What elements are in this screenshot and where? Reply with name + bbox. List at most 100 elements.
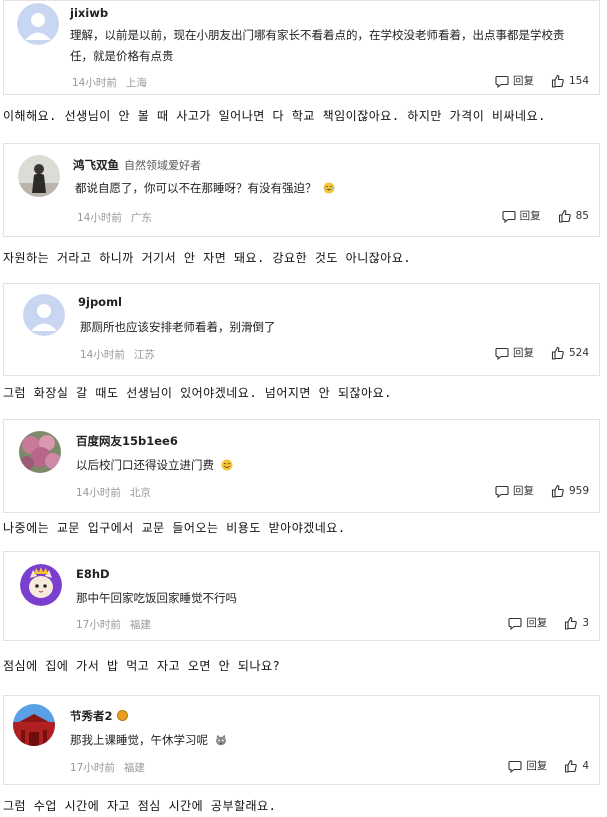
thumbs-up-icon xyxy=(565,616,578,630)
comment-card: 百度网友15b1ee6 以后校门口还得设立进门费 14小时前 北京 回复 959 xyxy=(3,419,600,513)
comment-bubble-icon xyxy=(495,485,509,498)
comment-time: 14小时前 xyxy=(72,77,117,89)
reply-label: 回复 xyxy=(519,210,541,222)
comment-username[interactable]: 9jpoml xyxy=(78,295,122,309)
reply-button[interactable]: 回复 xyxy=(495,483,534,498)
comment-bubble-icon xyxy=(502,210,516,223)
comment-text: 以后校门口还得设立进门费 xyxy=(76,455,586,476)
reply-button[interactable]: 回复 xyxy=(508,615,547,630)
user-tag: 自然领域爱好者 xyxy=(124,159,201,172)
comment-bubble-icon xyxy=(508,760,522,773)
like-button[interactable]: 85 xyxy=(558,209,589,223)
cat-face-emoji-icon xyxy=(215,734,226,746)
laughing-tears-emoji-icon xyxy=(323,182,335,194)
comment-actions: 回复 524 xyxy=(495,345,589,360)
like-count: 524 xyxy=(568,346,589,359)
like-button[interactable]: 524 xyxy=(551,346,589,360)
comment-time: 17小时前 xyxy=(76,619,121,631)
reply-label: 回复 xyxy=(526,617,548,629)
grinning-emoji-icon xyxy=(221,459,233,471)
comment-location: 江苏 xyxy=(133,349,155,361)
user-photo-icon xyxy=(13,704,55,746)
avatar[interactable] xyxy=(19,431,61,473)
like-count: 4 xyxy=(582,759,589,772)
comment-card: 9jpoml 那厕所也应该安排老师看着，别滑倒了 14小时前 江苏 回复 524 xyxy=(3,283,600,376)
avatar[interactable] xyxy=(18,155,60,197)
username-text[interactable]: E8hD xyxy=(76,567,110,581)
comment-username[interactable]: jixiwb xyxy=(70,6,108,20)
thumbs-up-icon xyxy=(551,346,564,360)
comment-actions: 回复 154 xyxy=(495,73,589,88)
username-text[interactable]: 9jpoml xyxy=(78,295,122,309)
avatar[interactable] xyxy=(20,564,62,606)
cartoon-cat-avatar-icon xyxy=(20,564,62,606)
comment-card: 鸿飞双鱼 自然领域爱好者 都说自愿了，你可以不在那睡呀？有没有强迫？ 14小时前广… xyxy=(3,143,600,237)
translation-text: 점심에 집에 가서 밥 먹고 자고 오면 안 되나요? xyxy=(3,659,281,673)
like-button[interactable]: 154 xyxy=(551,74,589,88)
translation-text: 그럼 수업 시간에 자고 점심 시간에 공부할래요. xyxy=(3,799,277,813)
comment-meta: 14小时前 北京 xyxy=(76,485,151,500)
comment-text: 那我上课睡觉，午休学习呢 xyxy=(70,730,585,751)
comment-meta: 17小时前 福建 xyxy=(76,617,151,632)
comment-text-content: 那厕所也应该安排老师看着，别滑倒了 xyxy=(80,320,276,334)
comment-location: 广东 xyxy=(130,212,152,224)
like-button[interactable]: 4 xyxy=(564,759,589,773)
translation-text: 나중에는 교문 입구에서 교문 들어오는 비용도 받아야겠네요. xyxy=(3,521,346,535)
like-count: 85 xyxy=(575,209,589,222)
comment-username[interactable]: 百度网友15b1ee6 xyxy=(76,433,178,449)
username-text[interactable]: 鸿飞双鱼 xyxy=(73,158,119,172)
comment-meta: 17小时前 福建 xyxy=(70,760,145,775)
thumbs-up-icon xyxy=(558,209,571,223)
avatar[interactable] xyxy=(23,294,65,336)
comment-actions: 回复 4 xyxy=(508,758,589,773)
comment-text-content: 都说自愿了，你可以不在那睡呀？有没有强迫？ xyxy=(75,181,317,195)
comment-text-content: 理解，以前是以前，现在小朋友出门哪有家长不看着点的，在学校没老师看着，出点事都是… xyxy=(70,28,565,63)
user-photo-icon xyxy=(18,155,60,197)
reply-button[interactable]: 回复 xyxy=(502,208,541,223)
reply-label: 回复 xyxy=(512,75,534,87)
user-photo-icon xyxy=(19,431,61,473)
comment-time: 14小时前 xyxy=(76,487,121,499)
comment-text: 那中午回家吃饭回家睡觉不行吗 xyxy=(76,588,586,609)
comment-meta: 14小时前 江苏 xyxy=(80,347,155,362)
comment-meta: 14小时前 广东 xyxy=(77,210,152,225)
comment-card: 节秀者2 那我上课睡觉，午休学习呢 17小时前 福建 回复 4 xyxy=(3,695,600,785)
comment-meta: 14小时前 上海 xyxy=(72,75,147,90)
comment-text-content: 那我上课睡觉，午休学习呢 xyxy=(70,733,208,747)
avatar[interactable] xyxy=(13,704,55,746)
comment-card: E8hD 那中午回家吃饭回家睡觉不行吗 17小时前 福建 回复 3 xyxy=(3,551,600,641)
username-text[interactable]: 百度网友15b1ee6 xyxy=(76,434,178,448)
like-count: 959 xyxy=(568,484,589,497)
comment-text: 都说自愿了，你可以不在那睡呀？有没有强迫？ xyxy=(75,178,585,199)
username-text[interactable]: jixiwb xyxy=(70,6,108,20)
thumbs-up-icon xyxy=(551,74,564,88)
comment-actions: 回复 85 xyxy=(502,208,589,223)
reply-button[interactable]: 回复 xyxy=(508,758,547,773)
like-button[interactable]: 3 xyxy=(564,616,589,630)
comment-username[interactable]: E8hD xyxy=(76,567,110,581)
comment-bubble-icon xyxy=(495,347,509,360)
comment-actions: 回复 3 xyxy=(508,615,589,630)
comment-text-content: 那中午回家吃饭回家睡觉不行吗 xyxy=(76,591,237,605)
reply-button[interactable]: 回复 xyxy=(495,73,534,88)
like-count: 154 xyxy=(568,74,589,87)
comment-location: 福建 xyxy=(129,619,151,631)
like-button[interactable]: 959 xyxy=(551,484,589,498)
comment-username[interactable]: 节秀者2 xyxy=(70,708,128,724)
comment-bubble-icon xyxy=(495,75,509,88)
avatar[interactable] xyxy=(17,3,59,45)
thumbs-up-icon xyxy=(551,484,564,498)
comment-username[interactable]: 鸿飞双鱼 自然领域爱好者 xyxy=(73,157,201,173)
reply-button[interactable]: 回复 xyxy=(495,345,534,360)
username-text[interactable]: 节秀者2 xyxy=(70,709,113,723)
default-avatar-icon xyxy=(23,294,65,336)
reply-label: 回复 xyxy=(512,485,534,497)
reply-label: 回复 xyxy=(526,760,548,772)
comment-location: 福建 xyxy=(123,762,145,774)
translation-text: 그럼 화장실 갈 때도 선생님이 있어야겠네요. 넘어지면 안 되잖아요. xyxy=(3,386,392,400)
translation-text: 자원하는 거라고 하니까 거기서 안 자면 돼요. 강요한 것도 아니잖아요. xyxy=(3,251,412,265)
default-avatar-icon xyxy=(17,3,59,45)
comment-text: 那厕所也应该安排老师看着，别滑倒了 xyxy=(80,317,585,338)
comment-location: 北京 xyxy=(129,487,151,499)
comment-text: 理解，以前是以前，现在小朋友出门哪有家长不看着点的，在学校没老师看着，出点事都是… xyxy=(70,25,585,67)
